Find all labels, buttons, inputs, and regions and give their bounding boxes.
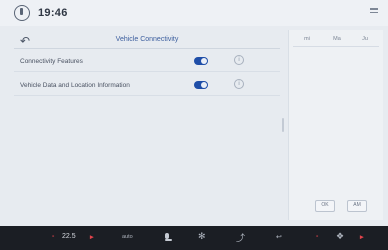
temp-decrease-button[interactable]: - xyxy=(52,233,54,240)
power-icon[interactable] xyxy=(14,5,30,21)
side-header: Ma xyxy=(333,36,341,42)
side-button-am[interactable]: AM xyxy=(347,200,367,212)
left-temperature[interactable]: 22.5 xyxy=(62,233,76,240)
panel-resize-handle[interactable] xyxy=(282,118,284,132)
air-flow-icon[interactable]: ⤴ xyxy=(236,231,245,244)
temp-increase-button[interactable]: ▸ xyxy=(90,233,94,241)
side-header: Ju xyxy=(362,36,368,42)
page-title: Vehicle Connectivity xyxy=(115,36,179,43)
data-location-toggle[interactable] xyxy=(194,81,208,89)
side-panel: mi Ma Ju OK AM xyxy=(288,30,383,220)
row-divider xyxy=(14,71,280,72)
right-temp-decrease-button[interactable]: - xyxy=(316,233,318,240)
row-label: Connectivity Features xyxy=(20,58,83,65)
recirculation-icon[interactable]: ↩ xyxy=(276,233,282,241)
seat-heat-icon[interactable] xyxy=(164,233,172,242)
settings-row: Connectivity Features i xyxy=(14,52,280,72)
settings-panel: ↶ Vehicle Connectivity Connectivity Feat… xyxy=(14,30,280,222)
side-panel-headers: mi Ma Ju xyxy=(289,36,383,46)
right-temp-increase-button[interactable]: ▸ xyxy=(360,233,364,241)
side-header: mi xyxy=(304,36,310,42)
fan-icon[interactable]: ✻ xyxy=(198,231,206,242)
info-icon[interactable]: i xyxy=(234,55,244,65)
info-icon[interactable]: i xyxy=(234,79,244,89)
auto-label[interactable]: auto xyxy=(122,234,133,240)
grid-icon[interactable] xyxy=(370,8,378,16)
connectivity-toggle[interactable] xyxy=(194,57,208,65)
side-panel-divider xyxy=(293,46,379,47)
settings-row: Vehicle Data and Location Information i xyxy=(14,76,280,96)
row-divider xyxy=(14,95,280,96)
clock: 19:46 xyxy=(38,7,68,19)
status-bar: 19:46 xyxy=(0,0,388,26)
climate-bar: - 22.5 ▸ auto ✻ ⤴ ↩ - ❖ ▸ xyxy=(0,226,388,250)
seat-heat-right-icon[interactable]: ❖ xyxy=(336,231,344,242)
header-divider xyxy=(14,48,280,49)
row-label: Vehicle Data and Location Information xyxy=(20,82,130,89)
side-button-ok[interactable]: OK xyxy=(315,200,335,212)
